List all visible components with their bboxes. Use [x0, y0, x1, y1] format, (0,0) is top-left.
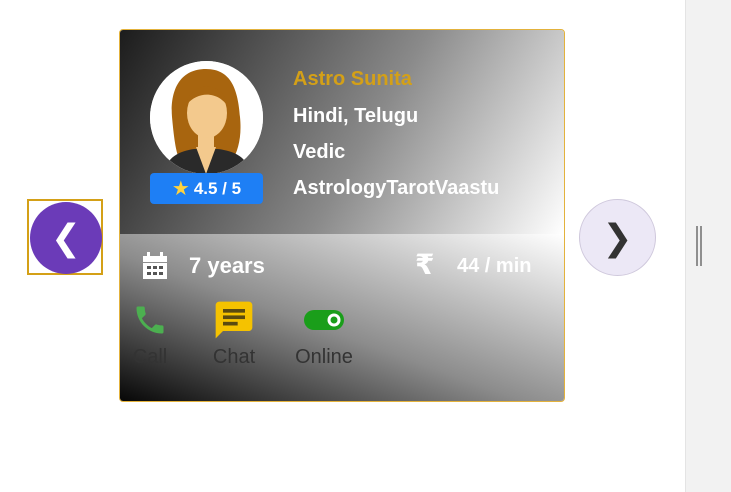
carousel-next-button[interactable]: ❯: [579, 199, 656, 276]
online-label: Online: [295, 346, 353, 368]
astrologer-name[interactable]: Astro Sunita: [293, 68, 412, 91]
languages: Hindi, Telugu: [293, 105, 419, 127]
rating-value: 4.5 / 5: [193, 178, 242, 198]
avatar: [150, 61, 263, 174]
chat-button[interactable]: Chat: [199, 298, 269, 369]
astrology-style: Vedic: [293, 141, 346, 163]
carousel-prev-button[interactable]: ❮: [27, 199, 103, 275]
chat-label: Chat: [212, 346, 256, 368]
toggle-on-icon: [304, 310, 344, 330]
star-icon: ★: [171, 177, 190, 200]
chevron-right-icon: ❯: [602, 216, 633, 258]
avatar-image: [150, 61, 263, 174]
chevron-left-icon: ❮: [30, 202, 102, 274]
calendar-icon: [143, 252, 167, 279]
rupee-icon: ₹: [415, 249, 435, 280]
online-status-toggle[interactable]: Online: [289, 298, 359, 369]
scrollbar-panel: [685, 0, 731, 492]
skills: AstrologyTarotVaastu: [293, 177, 500, 199]
call-button[interactable]: Call: [120, 298, 185, 369]
call-label: Call: [132, 346, 168, 368]
astrologer-card[interactable]: ★ 4.5 / 5 Astro Sunita Hindi, Telugu Ved…: [119, 29, 565, 402]
rating-badge: ★ 4.5 / 5: [150, 173, 263, 204]
chat-bubble-icon: [215, 301, 253, 339]
price-per-minute: 44 / min: [457, 255, 532, 277]
experience: 7 years: [189, 253, 265, 278]
resize-handle[interactable]: [696, 226, 702, 266]
phone-icon: [136, 306, 164, 334]
